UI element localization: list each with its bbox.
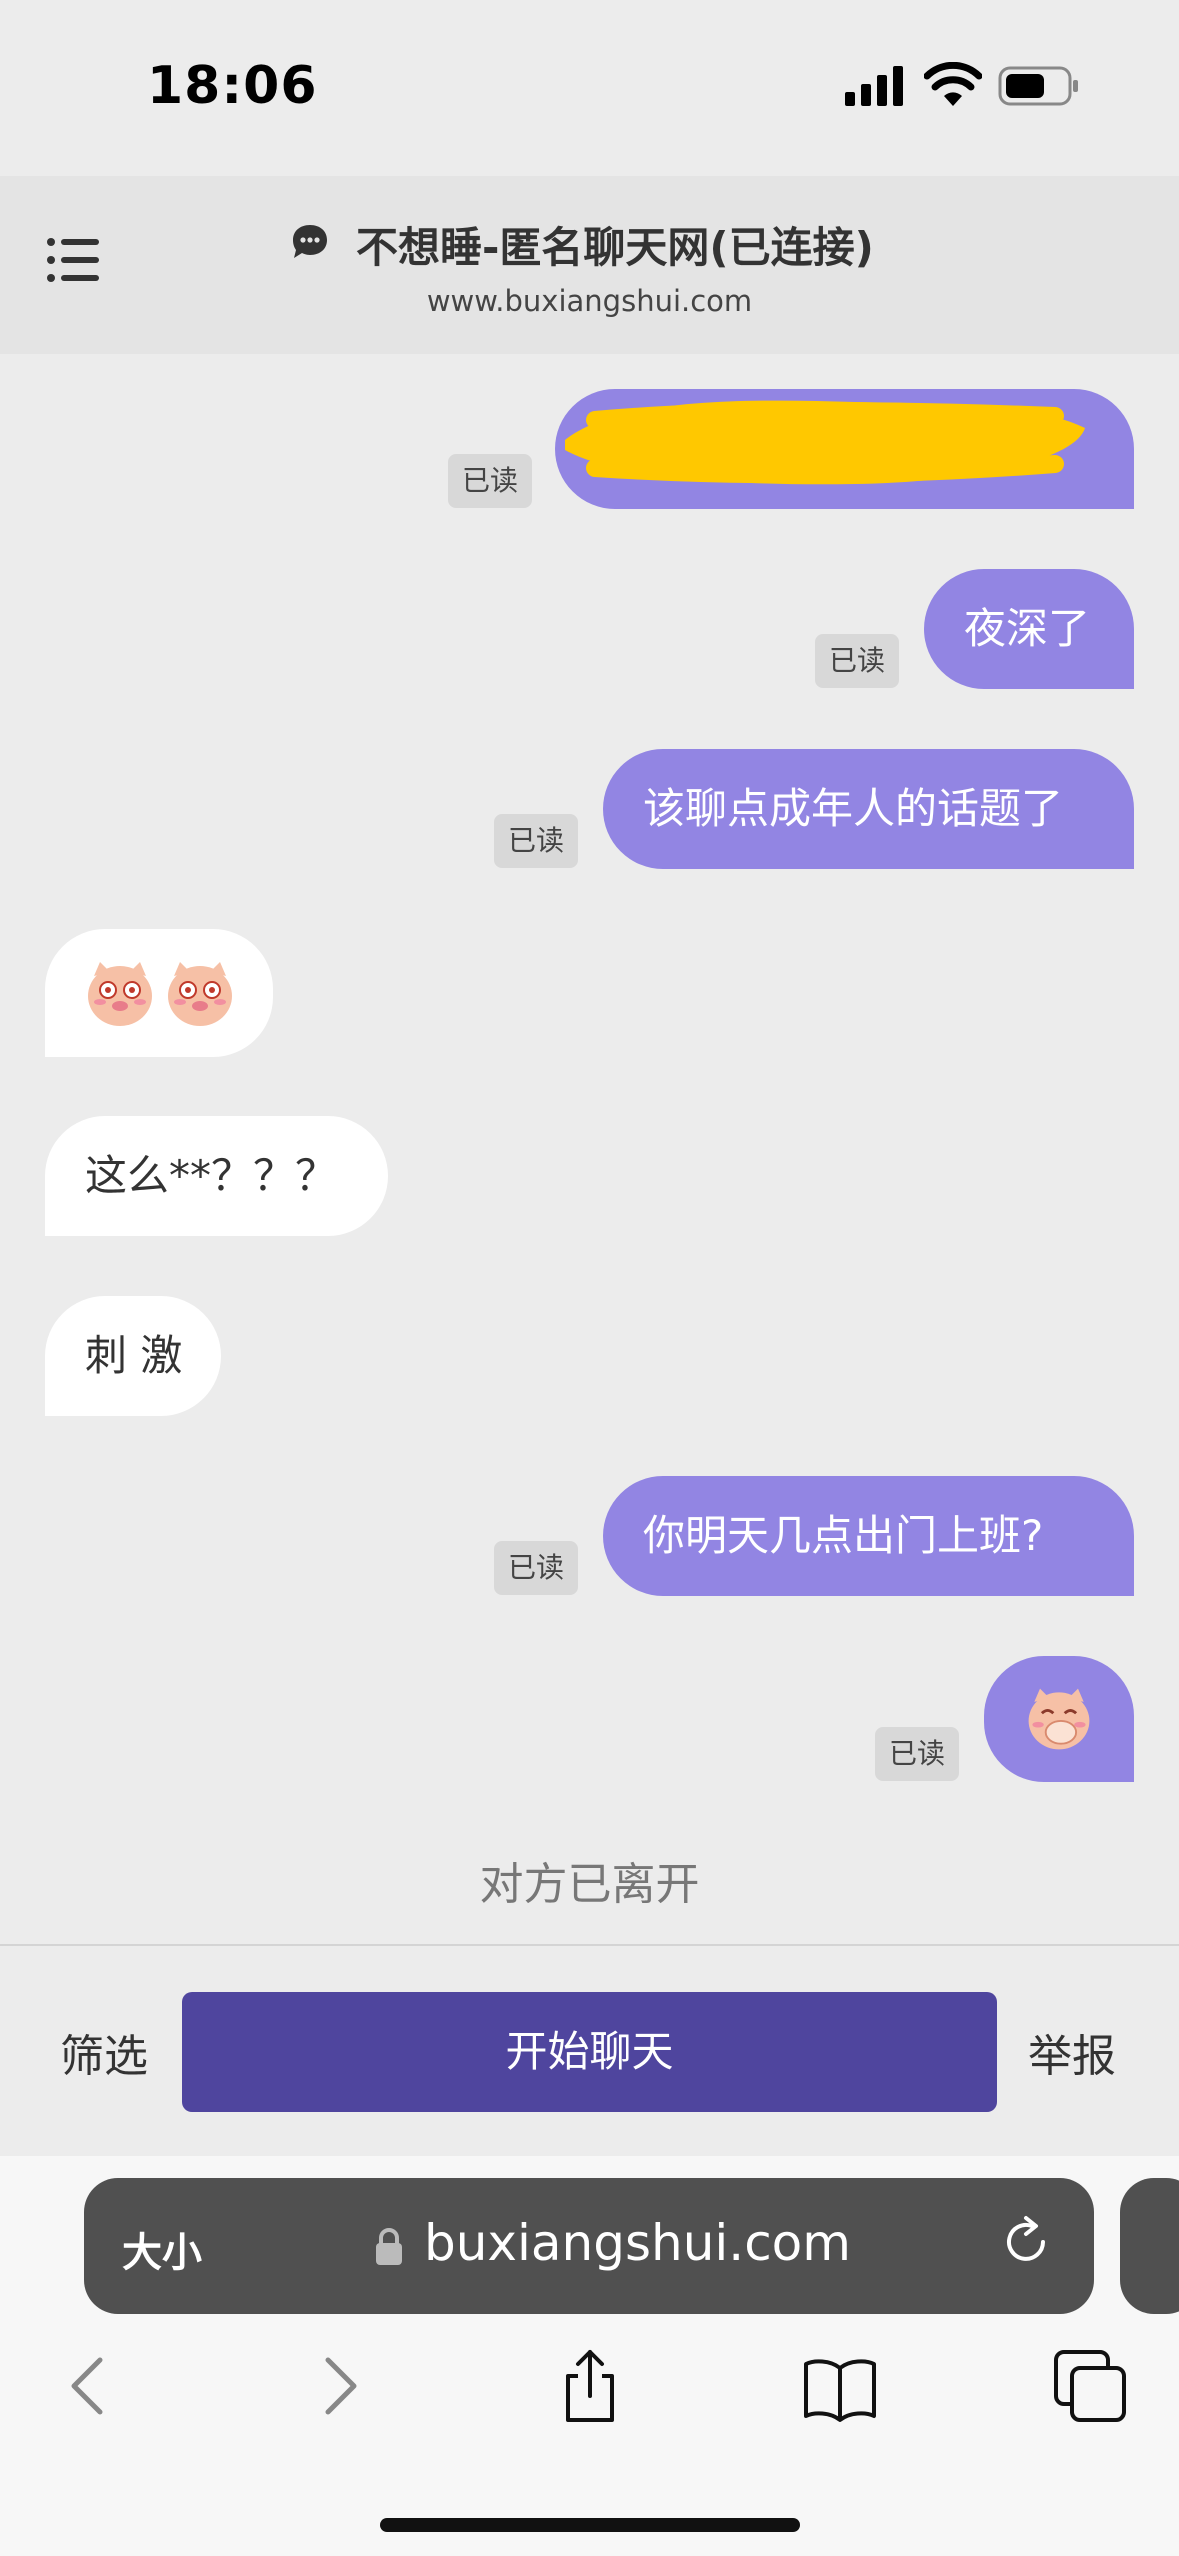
share-icon[interactable] (550, 2346, 630, 2426)
wifi-icon (924, 62, 982, 106)
my-message-bubble: 你明天几点出门上班? (603, 1476, 1134, 1596)
back-icon[interactable] (48, 2346, 128, 2426)
next-tab-peek[interactable] (1120, 2178, 1179, 2314)
lock-icon (376, 2228, 402, 2265)
status-time: 18:06 (147, 56, 318, 116)
filter-button[interactable]: 筛选 (60, 2020, 148, 2084)
read-receipt: 已读 (815, 634, 900, 688)
read-receipt: 已读 (875, 1727, 960, 1781)
start-chat-button[interactable]: 开始聊天 (182, 1992, 997, 2112)
text-size-button[interactable]: 大小 (122, 2220, 202, 2278)
tabs-icon[interactable] (1050, 2346, 1130, 2426)
pig-cover-mouth-emoji-icon (1028, 1688, 1090, 1750)
cellular-signal-icon (845, 66, 903, 106)
url-text[interactable]: buxiangshui.com (424, 2214, 851, 2272)
redaction-scribble (565, 400, 1085, 485)
read-receipt: 已读 (448, 454, 533, 508)
read-receipt: 已读 (494, 814, 579, 868)
pig-emoji-icon (88, 962, 232, 1026)
their-message-bubble: 刺 激 (45, 1296, 221, 1416)
bookmarks-icon[interactable] (800, 2346, 880, 2426)
my-message-bubble: 夜深了 (924, 569, 1134, 689)
my-message-bubble: 该聊点成年人的话题了 (603, 749, 1134, 869)
menu-icon[interactable] (46, 232, 102, 288)
forward-icon[interactable] (300, 2346, 380, 2426)
read-receipt: 已读 (494, 1541, 579, 1595)
reload-icon[interactable] (998, 2212, 1058, 2272)
page-title: 不想睡-匿名聊天网(已连接) (356, 223, 874, 272)
chat-bubble-icon (293, 225, 327, 258)
home-indicator (380, 2518, 800, 2532)
battery-icon (998, 66, 1078, 106)
report-button[interactable]: 举报 (1028, 2020, 1116, 2084)
partner-left-notice: 对方已离开 (479, 1859, 700, 1910)
site-url-subtitle: www.buxiangshui.com (426, 284, 753, 318)
their-message-bubble: 这么**？？？ (45, 1116, 388, 1236)
